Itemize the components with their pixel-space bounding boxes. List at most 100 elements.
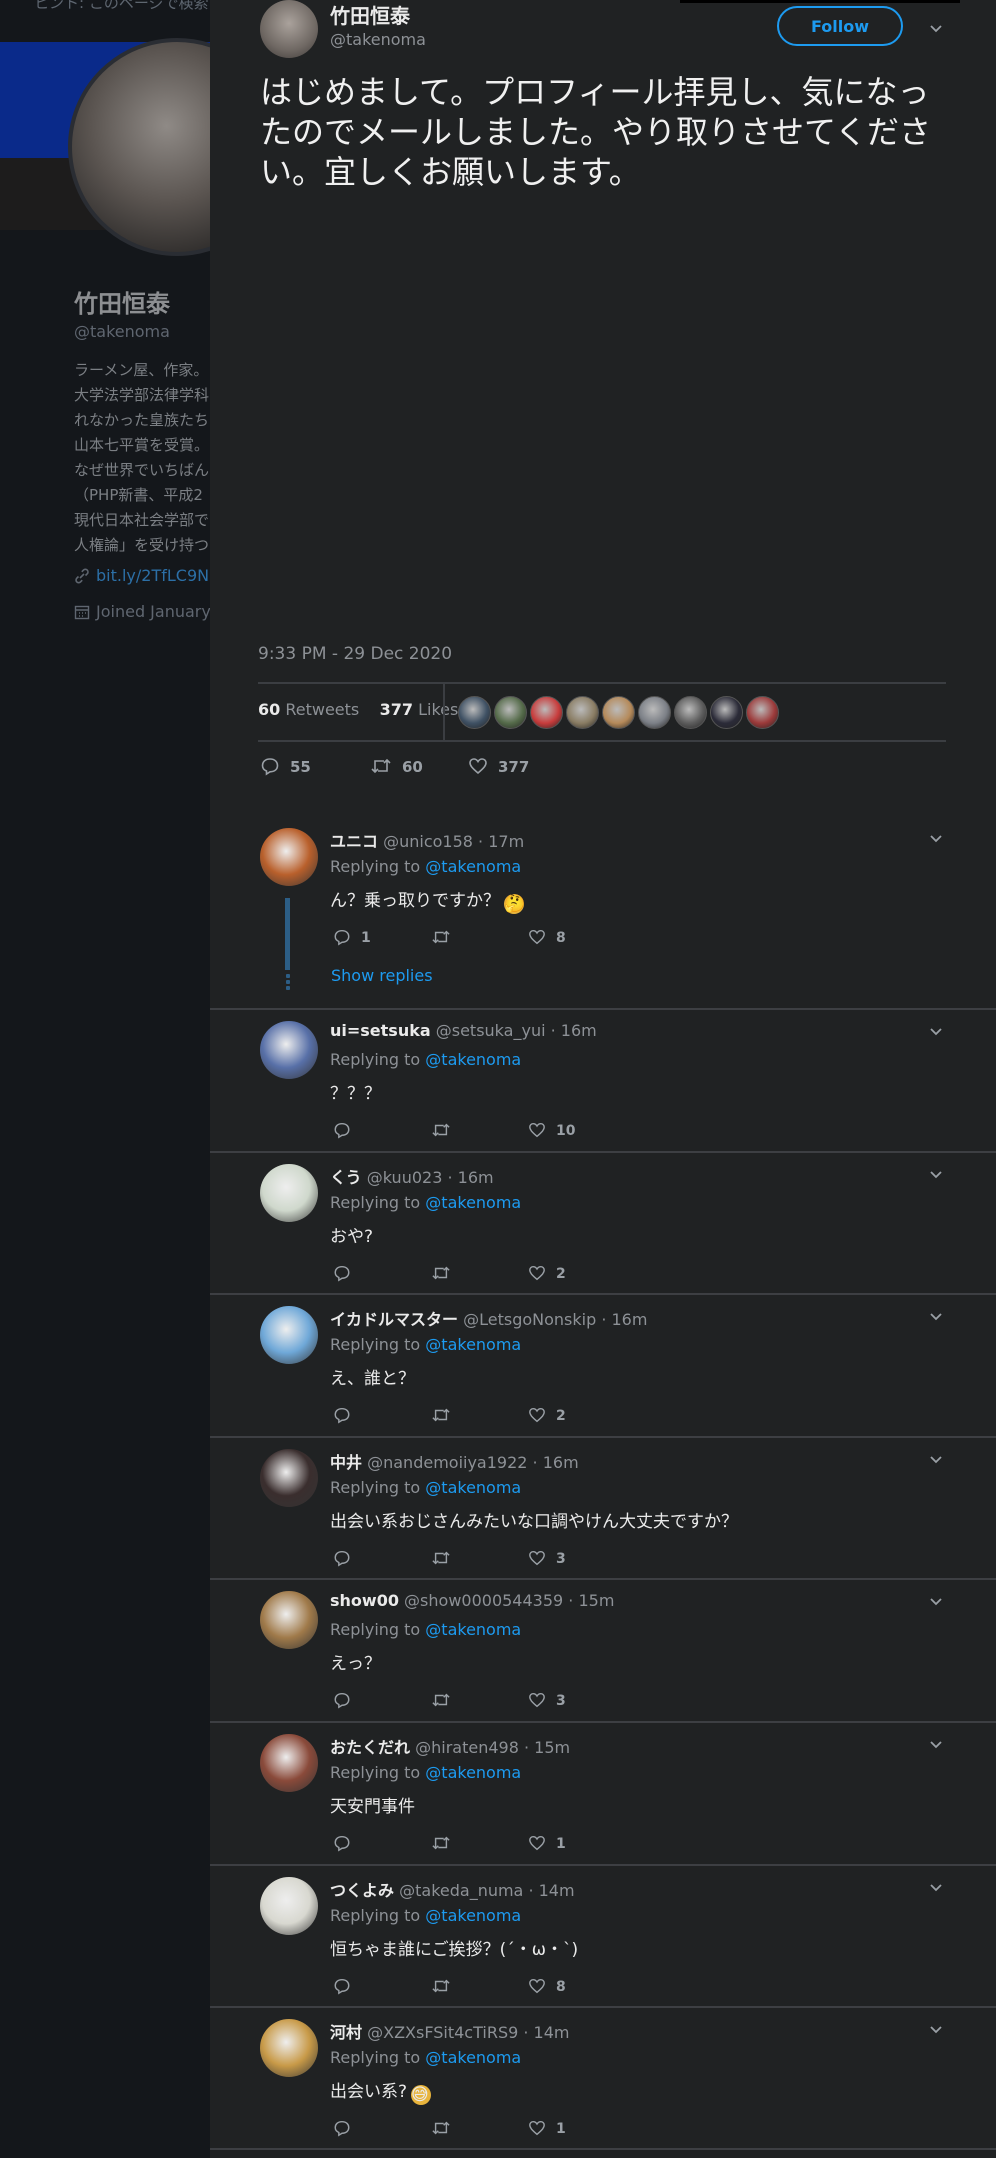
- reply-author-name[interactable]: くう: [330, 1168, 362, 1187]
- author-name[interactable]: 竹田恒泰: [330, 0, 410, 29]
- replying-to-handle[interactable]: @takenoma: [425, 1478, 521, 1497]
- like-action[interactable]: 1: [528, 1834, 566, 1852]
- likes-stat[interactable]: 377 Likes: [380, 700, 459, 719]
- like-action[interactable]: 10: [528, 1121, 575, 1139]
- like-action[interactable]: 3: [528, 1549, 566, 1567]
- chevron-down-icon[interactable]: [928, 1451, 944, 1467]
- retweet-action[interactable]: [431, 1406, 461, 1424]
- like-action[interactable]: 377: [468, 756, 529, 776]
- like-action[interactable]: 1: [528, 2119, 566, 2137]
- liker-avatar[interactable]: [494, 696, 527, 729]
- liker-avatar[interactable]: [638, 696, 671, 729]
- reply-action[interactable]: [333, 1406, 361, 1424]
- reply-action[interactable]: [333, 1121, 361, 1139]
- chevron-down-icon[interactable]: [928, 830, 944, 846]
- reply-meta: @takeda_numa · 14m: [399, 1881, 575, 1900]
- profile-name: 竹田恒泰: [74, 290, 170, 318]
- reply-avatar[interactable]: [260, 1021, 318, 1079]
- profile-link[interactable]: bit.ly/2TfLC9N: [74, 566, 209, 585]
- reply-avatar[interactable]: [260, 1877, 318, 1935]
- reply-author-name[interactable]: おたくだれ: [330, 1738, 410, 1757]
- liker-avatar[interactable]: [710, 696, 743, 729]
- chevron-down-icon[interactable]: [928, 1736, 944, 1752]
- show-replies-link[interactable]: Show replies: [331, 966, 433, 985]
- reply-action[interactable]: [333, 2119, 361, 2137]
- retweets-stat[interactable]: 60 Retweets: [258, 700, 359, 719]
- reply-avatar[interactable]: [260, 1449, 318, 1507]
- retweet-action[interactable]: [431, 1977, 461, 1995]
- chevron-down-icon[interactable]: [928, 1023, 944, 1039]
- reply-avatar[interactable]: [260, 1734, 318, 1792]
- retweet-action[interactable]: 60: [370, 756, 423, 776]
- reply-action[interactable]: 55: [260, 756, 311, 776]
- reply-action[interactable]: [333, 1977, 361, 1995]
- reply-count: 55: [290, 758, 311, 776]
- reply-action[interactable]: 1: [333, 928, 371, 946]
- reply-avatar[interactable]: [260, 828, 318, 886]
- liker-avatar[interactable]: [746, 696, 779, 729]
- reply-action[interactable]: [333, 1264, 361, 1282]
- tweet-modal: 竹田恒泰 @takenoma Follow はじめまして。プロフィール拝見し、気…: [210, 0, 996, 2158]
- reply-avatar[interactable]: [260, 1164, 318, 1222]
- replying-to-handle[interactable]: @takenoma: [425, 1906, 521, 1925]
- stats-divider: [443, 684, 445, 742]
- reply-author-name[interactable]: show00: [330, 1591, 399, 1610]
- replying-to-handle[interactable]: @takenoma: [425, 1335, 521, 1354]
- reply-avatar[interactable]: [260, 1591, 318, 1649]
- retweet-action[interactable]: [431, 1691, 461, 1709]
- reply-author-name[interactable]: ユニコ: [330, 832, 378, 851]
- retweet-action[interactable]: [431, 928, 461, 946]
- retweet-action[interactable]: [431, 1834, 461, 1852]
- reply-action[interactable]: [333, 1691, 361, 1709]
- like-action[interactable]: 8: [528, 928, 566, 946]
- liker-avatar[interactable]: [458, 696, 491, 729]
- reply-text: え、誰と？: [330, 1364, 415, 1389]
- liker-avatar[interactable]: [566, 696, 599, 729]
- retweet-action[interactable]: [431, 1121, 461, 1139]
- liker-avatar[interactable]: [530, 696, 563, 729]
- replying-to-handle[interactable]: @takenoma: [425, 1050, 521, 1069]
- author-handle[interactable]: @takenoma: [330, 30, 426, 49]
- like-action[interactable]: 2: [528, 1406, 566, 1424]
- reply-avatar[interactable]: [260, 1306, 318, 1364]
- tweet-timestamp[interactable]: 9:33 PM - 29 Dec 2020: [258, 644, 452, 664]
- reply-author-name[interactable]: つくよみ: [330, 1881, 394, 1900]
- chevron-down-icon[interactable]: [928, 1593, 944, 1609]
- retweet-action[interactable]: [431, 2119, 461, 2137]
- like-action[interactable]: 2: [528, 1264, 566, 1282]
- reply-text: 出会い系おじさんみたいな口調やけん大丈夫ですか？: [330, 1507, 738, 1532]
- bio-line: なぜ世界でいちばん: [74, 461, 210, 479]
- reply-author-name[interactable]: 中井: [330, 1453, 362, 1472]
- reply-text-body: ん？乗っ取りですか？: [330, 891, 500, 911]
- chevron-down-icon[interactable]: [928, 1308, 944, 1324]
- replying-to-handle[interactable]: @takenoma: [425, 1620, 521, 1639]
- reply-avatar[interactable]: [260, 2019, 318, 2077]
- like-action[interactable]: 3: [528, 1691, 566, 1709]
- chevron-down-icon[interactable]: [928, 20, 944, 36]
- author-avatar[interactable]: [260, 0, 318, 58]
- reply-author-name[interactable]: 河村: [330, 2023, 362, 2042]
- retweet-action[interactable]: [431, 1264, 461, 1282]
- chevron-down-icon[interactable]: [928, 1166, 944, 1182]
- reply-action[interactable]: [333, 1549, 361, 1567]
- profile-link-text[interactable]: bit.ly/2TfLC9N: [96, 566, 209, 585]
- replying-to-label: Replying to: [330, 1478, 421, 1497]
- replying-to-handle[interactable]: @takenoma: [425, 857, 521, 876]
- reply-text-body: ？？？: [330, 1084, 381, 1104]
- top-edge: [680, 0, 960, 3]
- chevron-down-icon[interactable]: [928, 1879, 944, 1895]
- replying-to: Replying to @takenoma: [330, 1906, 521, 1925]
- reply-action[interactable]: [333, 1834, 361, 1852]
- retweet-action[interactable]: [431, 1549, 461, 1567]
- liker-avatar[interactable]: [674, 696, 707, 729]
- liker-avatar[interactable]: [602, 696, 635, 729]
- chevron-down-icon[interactable]: [928, 2021, 944, 2037]
- follow-button[interactable]: Follow: [777, 6, 903, 46]
- reply-author-name[interactable]: イカドルマスター: [330, 1310, 458, 1329]
- replying-to-handle[interactable]: @takenoma: [425, 1763, 521, 1782]
- reply-author-name[interactable]: ui=setsuka: [330, 1021, 431, 1040]
- replying-to-handle[interactable]: @takenoma: [425, 2048, 521, 2067]
- replying-to-handle[interactable]: @takenoma: [425, 1193, 521, 1212]
- retweet-icon: [432, 1266, 450, 1280]
- like-action[interactable]: 8: [528, 1977, 566, 1995]
